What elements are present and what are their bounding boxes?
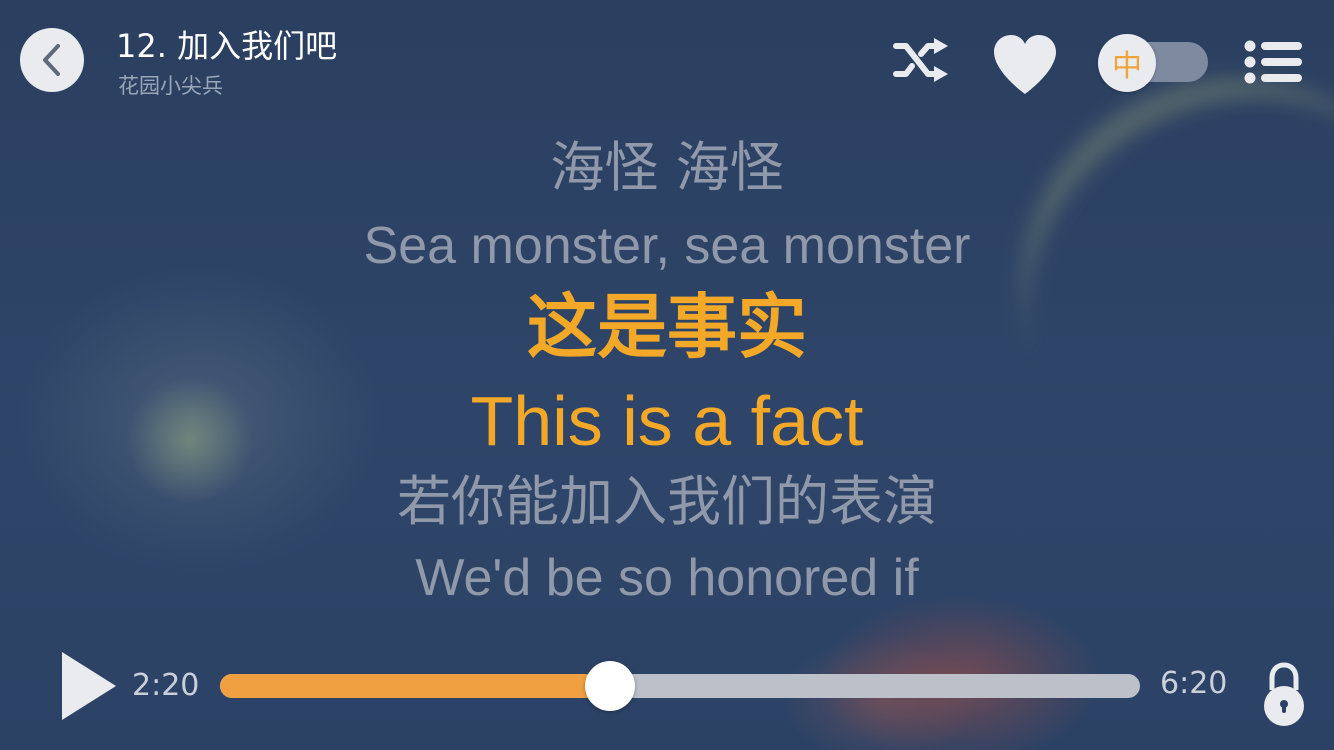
heart-icon[interactable] — [992, 34, 1058, 96]
lyric-line-next-en: We'd be so honored if — [415, 549, 919, 607]
play-icon[interactable] — [60, 650, 118, 722]
back-button[interactable] — [20, 28, 84, 92]
progress-fill — [220, 674, 610, 698]
song-title: 12. 加入我们吧 — [116, 27, 338, 65]
language-toggle-label: 中 — [1112, 49, 1142, 84]
elapsed-time: 2:20 — [132, 668, 200, 703]
lyric-line-past-cn: 海怪 海怪 — [550, 136, 784, 199]
back-chevron-icon — [43, 44, 60, 76]
lyric-line-next-cn: 若你能加入我们的表演 — [397, 470, 937, 533]
progress-slider[interactable] — [220, 661, 1140, 711]
lock-icon[interactable] — [1262, 660, 1306, 726]
list-menu-icon[interactable] — [1242, 40, 1304, 84]
lyric-line-current-en: This is a fact — [470, 382, 864, 460]
language-toggle[interactable]: 中 — [1098, 34, 1210, 92]
total-duration: 6:20 — [1160, 666, 1228, 701]
shuffle-icon[interactable] — [892, 38, 950, 82]
lyric-line-current-cn: 这是事实 — [527, 286, 807, 368]
toggle-knob: 中 — [1098, 34, 1156, 92]
progress-knob[interactable] — [584, 661, 635, 711]
song-artist: 花园小尖兵 — [118, 74, 223, 98]
lyric-line-past-en: Sea monster, sea monster — [363, 217, 971, 275]
